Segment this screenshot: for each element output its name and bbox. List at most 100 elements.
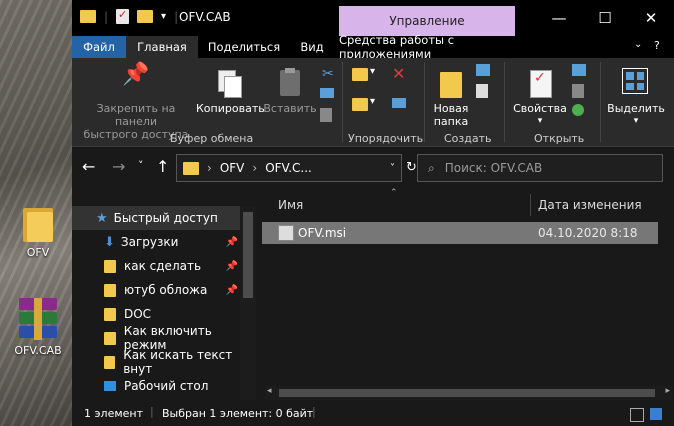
minimize-button[interactable]: —	[536, 0, 582, 36]
group-create-label: Создать	[444, 132, 492, 145]
back-button[interactable]: ←	[82, 157, 95, 176]
paste-label: Вставить	[263, 102, 317, 115]
paste-button[interactable]: Вставить	[262, 68, 318, 115]
pin-icon: 📌	[225, 284, 238, 296]
move-to-icon	[352, 68, 368, 81]
download-icon: ⬇	[104, 234, 115, 250]
folder-icon	[104, 259, 116, 273]
column-header-date[interactable]: Дата изменения	[538, 198, 642, 212]
breadcrumb-item[interactable]: OFV.C...	[265, 161, 312, 175]
search-box[interactable]: ⌕ Поиск: OFV.CAB	[417, 154, 663, 182]
group-organize-label: Упорядочить	[348, 132, 424, 145]
up-button[interactable]: ↑	[156, 157, 169, 176]
rename-icon[interactable]	[392, 98, 406, 108]
desktop-icon-label: OFV	[26, 246, 50, 259]
new-folder-quick-icon[interactable]	[137, 10, 154, 23]
edit-icon[interactable]	[572, 84, 584, 98]
copy-label: Копировать	[196, 102, 265, 115]
new-folder-button[interactable]: Новая папка	[428, 68, 474, 128]
manage-contextual-header[interactable]: Управление	[339, 6, 515, 36]
copy-icon	[196, 68, 262, 102]
status-bar: 1 элемент | Выбран 1 элемент: 0 байт |	[72, 402, 674, 426]
breadcrumb-item[interactable]: OFV	[220, 161, 245, 175]
nav-item-label: Быстрый доступ	[113, 211, 218, 225]
help-icon[interactable]: ?	[654, 39, 660, 52]
search-input[interactable]: Поиск: OFV.CAB	[445, 161, 543, 175]
new-folder-icon	[428, 68, 474, 102]
file-name: OFV.msi	[298, 226, 347, 240]
desktop-icon-ofv-folder[interactable]: OFV	[8, 204, 68, 259]
nav-scrollbar[interactable]	[240, 206, 256, 400]
status-selection: Выбран 1 элемент: 0 байт	[162, 407, 314, 420]
folder-icon	[104, 283, 116, 297]
column-header-name[interactable]: Имя	[278, 198, 303, 212]
pin-label: Закрепить на панели	[96, 102, 176, 128]
new-item-icon[interactable]	[476, 64, 490, 76]
file-list-vscrollbar[interactable]	[658, 218, 672, 386]
column-header-row: Имя Дата изменения ⌃	[262, 188, 674, 218]
close-button[interactable]: ✕	[628, 0, 674, 36]
nav-item-folder[interactable]: Как искать текст внут	[72, 348, 256, 376]
recent-locations-button[interactable]: ˅	[138, 159, 144, 172]
tab-share[interactable]: Поделиться	[200, 36, 288, 58]
tab-file[interactable]: Файл	[72, 36, 126, 58]
maximize-button[interactable]: ☐	[582, 0, 628, 36]
pin-icon: 📌	[225, 236, 238, 248]
ribbon-separator	[600, 62, 601, 142]
details-view-icon[interactable]	[630, 408, 644, 422]
scroll-left-icon[interactable]: ◂	[267, 386, 272, 396]
copy-button[interactable]: Копировать	[196, 68, 265, 115]
forward-button[interactable]: →	[112, 157, 125, 176]
open-icon[interactable]	[572, 64, 586, 76]
nav-item-downloads[interactable]: ⬇ Загрузки 📌	[72, 230, 256, 254]
tab-app-tools[interactable]: Средства работы с приложениями	[339, 33, 515, 61]
large-icons-view-icon[interactable]	[650, 408, 662, 420]
tab-view[interactable]: Вид	[290, 36, 334, 58]
select-button[interactable]: Выделить ▾	[606, 66, 666, 128]
nav-item-folder[interactable]: как сделать 📌	[72, 254, 256, 278]
navigation-pane: ★ Быстрый доступ ⬇ Загрузки 📌 как сделат…	[72, 206, 256, 400]
folder-icon	[80, 10, 96, 23]
tab-home[interactable]: Главная	[126, 36, 198, 58]
history-icon[interactable]	[572, 104, 584, 116]
chevron-down-icon: ▾	[633, 116, 639, 126]
copy-to-button[interactable]: ▾	[352, 96, 375, 111]
select-label: Выделить	[607, 102, 665, 115]
nav-item-folder[interactable]: ютуб обложа 📌	[72, 278, 256, 302]
copy-path-icon[interactable]	[320, 88, 334, 98]
scroll-right-icon[interactable]: ▸	[665, 386, 670, 396]
cut-icon[interactable]: ✂	[322, 66, 334, 82]
file-list: Имя Дата изменения ⌃ OFV.msi 04.10.2020 …	[262, 188, 674, 400]
nav-item-folder[interactable]: Как включить режим	[72, 324, 256, 352]
ribbon-separator	[424, 62, 425, 142]
nav-item-quick-access[interactable]: ★ Быстрый доступ	[72, 206, 256, 230]
pin-icon: 📌	[225, 260, 238, 272]
nav-item-label: Рабочий стол	[124, 379, 209, 393]
pin-quick-access-button[interactable]: 📌 Закрепить на панели быстрого доступа	[76, 64, 196, 142]
easy-access-icon[interactable]	[476, 84, 488, 98]
nav-item-folder[interactable]: DOC	[72, 302, 256, 326]
refresh-icon[interactable]: ↻	[406, 160, 417, 175]
file-date: 04.10.2020 8:18	[538, 226, 638, 240]
nav-scrollbar-thumb[interactable]	[243, 212, 253, 298]
desktop-icon-ofv-cab[interactable]: OFV.CAB	[8, 298, 68, 357]
column-divider[interactable]	[530, 194, 531, 216]
chevron-down-icon[interactable]: ˅	[390, 163, 395, 174]
nav-item-label: ютуб обложа	[124, 283, 208, 297]
hscrollbar-thumb[interactable]	[279, 389, 655, 397]
table-row[interactable]: OFV.msi 04.10.2020 8:18	[262, 222, 662, 244]
search-icon: ⌕	[428, 160, 435, 175]
customize-toolbar-icon[interactable]: ▾	[161, 11, 166, 22]
file-list-hscrollbar[interactable]: ◂ ▸	[265, 386, 672, 400]
chevron-down-icon[interactable]: ⌄	[634, 39, 642, 50]
address-bar[interactable]: › OFV › OFV.C... ˅	[176, 154, 402, 182]
folder-icon	[104, 307, 116, 321]
delete-icon[interactable]: ✕	[392, 64, 405, 83]
properties-button[interactable]: ✓ Свойства ▾	[508, 68, 572, 128]
paste-shortcut-icon[interactable]	[320, 108, 332, 122]
properties-quick-icon[interactable]	[116, 8, 130, 24]
msi-file-icon	[278, 225, 294, 241]
move-to-button[interactable]: ▾	[352, 66, 375, 81]
nav-item-desktop[interactable]: Рабочий стол	[72, 374, 256, 398]
copy-to-icon	[352, 98, 368, 111]
